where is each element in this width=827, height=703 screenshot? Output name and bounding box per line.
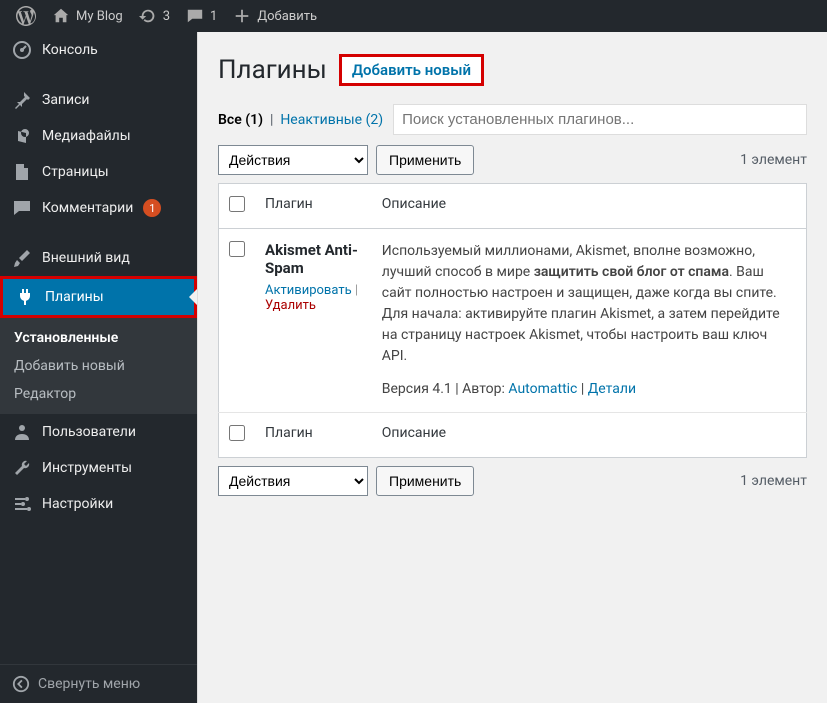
updates-count: 3 bbox=[163, 9, 170, 24]
author-link[interactable]: Automattic bbox=[508, 381, 577, 397]
table-row: Akismet Anti-Spam Активировать | Удалить… bbox=[219, 229, 807, 413]
plugins-submenu: Установленные Добавить новый Редактор bbox=[0, 318, 197, 414]
plugin-description: Используемый миллионами, Akismet, вполне… bbox=[382, 243, 780, 364]
activate-link[interactable]: Активировать bbox=[265, 283, 352, 298]
sliders-icon bbox=[12, 494, 32, 514]
comments-count: 1 bbox=[210, 9, 217, 24]
add-new-label: Добавить bbox=[257, 9, 317, 24]
select-all-bottom[interactable] bbox=[229, 425, 245, 441]
comments-badge: 1 bbox=[143, 199, 161, 217]
delete-link[interactable]: Удалить bbox=[265, 298, 316, 313]
sidebar-item-label: Комментарии bbox=[42, 200, 133, 216]
sidebar-item-users[interactable]: Пользователи bbox=[0, 414, 197, 450]
collapse-menu[interactable]: Свернуть меню bbox=[0, 664, 197, 703]
refresh-icon bbox=[139, 7, 157, 25]
dashboard-icon bbox=[12, 40, 32, 60]
filter-inactive[interactable]: Неактивные (2) bbox=[280, 112, 383, 128]
sidebar-item-settings[interactable]: Настройки bbox=[0, 486, 197, 522]
sidebar-item-comments[interactable]: Комментарии 1 bbox=[0, 190, 197, 226]
sidebar-item-label: Инструменты bbox=[42, 460, 132, 476]
plus-icon bbox=[233, 7, 251, 25]
sidebar-item-appearance[interactable]: Внешний вид bbox=[0, 240, 197, 276]
users-icon bbox=[12, 422, 32, 442]
bulk-action-select-bottom[interactable]: Действия bbox=[218, 466, 368, 496]
row-checkbox[interactable] bbox=[229, 241, 245, 257]
home-icon bbox=[52, 7, 70, 25]
sidebar-item-plugins[interactable]: Плагины bbox=[0, 276, 197, 318]
apply-button[interactable]: Применить bbox=[376, 145, 474, 175]
comments-link[interactable]: 1 bbox=[178, 0, 225, 32]
admin-sidebar: Консоль Записи Медиафайлы Страницы Комме… bbox=[0, 32, 197, 703]
sidebar-item-posts[interactable]: Записи bbox=[0, 82, 197, 118]
comment-icon bbox=[186, 7, 204, 25]
sidebar-item-label: Записи bbox=[42, 92, 90, 108]
plugins-table: Плагин Описание Akismet Anti-Spam Активи… bbox=[218, 183, 807, 458]
sidebar-item-label: Плагины bbox=[45, 289, 104, 305]
wordpress-icon bbox=[16, 6, 36, 26]
col-plugin[interactable]: Плагин bbox=[255, 184, 372, 229]
collapse-icon bbox=[12, 675, 30, 693]
sidebar-item-dashboard[interactable]: Консоль bbox=[0, 32, 197, 68]
sidebar-item-tools[interactable]: Инструменты bbox=[0, 450, 197, 486]
page-icon bbox=[12, 162, 32, 182]
submenu-editor[interactable]: Редактор bbox=[0, 380, 197, 408]
plugin-meta: Версия 4.1 | Автор: Automattic | Детали bbox=[382, 379, 796, 400]
plugin-icon bbox=[15, 287, 35, 307]
items-count-bottom: 1 элемент bbox=[740, 473, 807, 489]
items-count: 1 элемент bbox=[740, 152, 807, 168]
submenu-add-new[interactable]: Добавить новый bbox=[0, 352, 197, 380]
filter-all[interactable]: Все (1) bbox=[218, 112, 263, 128]
sidebar-item-label: Внешний вид bbox=[42, 250, 130, 266]
col-description-foot[interactable]: Описание bbox=[372, 413, 807, 458]
wrench-icon bbox=[12, 458, 32, 478]
main-content: Плагины Добавить новый Все (1) | Неактив… bbox=[197, 32, 827, 703]
brush-icon bbox=[12, 248, 32, 268]
sidebar-item-label: Медиафайлы bbox=[42, 128, 131, 144]
submenu-installed[interactable]: Установленные bbox=[0, 324, 197, 352]
updates-link[interactable]: 3 bbox=[131, 0, 178, 32]
filter-links: Все (1) | Неактивные (2) bbox=[218, 112, 383, 128]
add-new-button[interactable]: Добавить новый bbox=[339, 54, 484, 86]
admin-bar: My Blog 3 1 Добавить bbox=[0, 0, 827, 32]
col-description[interactable]: Описание bbox=[372, 184, 807, 229]
col-plugin-foot[interactable]: Плагин bbox=[255, 413, 372, 458]
page-title: Плагины bbox=[218, 55, 327, 85]
sidebar-item-label: Пользователи bbox=[42, 424, 136, 440]
comment-icon bbox=[12, 198, 32, 218]
media-icon bbox=[12, 126, 32, 146]
sidebar-item-label: Страницы bbox=[42, 164, 109, 180]
wp-logo[interactable] bbox=[8, 0, 44, 32]
sidebar-item-pages[interactable]: Страницы bbox=[0, 154, 197, 190]
plugin-name: Akismet Anti-Spam bbox=[265, 241, 358, 277]
site-name: My Blog bbox=[76, 9, 123, 24]
apply-button-bottom[interactable]: Применить bbox=[376, 466, 474, 496]
add-new-link[interactable]: Добавить bbox=[225, 0, 325, 32]
site-link[interactable]: My Blog bbox=[44, 0, 131, 32]
sidebar-item-label: Консоль bbox=[42, 42, 98, 58]
sidebar-item-media[interactable]: Медиафайлы bbox=[0, 118, 197, 154]
search-input[interactable] bbox=[393, 104, 807, 135]
sidebar-item-label: Настройки bbox=[42, 496, 113, 512]
details-link[interactable]: Детали bbox=[588, 381, 636, 397]
pin-icon bbox=[12, 90, 32, 110]
collapse-label: Свернуть меню bbox=[38, 676, 140, 692]
select-all-top[interactable] bbox=[229, 196, 245, 212]
bulk-action-select[interactable]: Действия bbox=[218, 145, 368, 175]
